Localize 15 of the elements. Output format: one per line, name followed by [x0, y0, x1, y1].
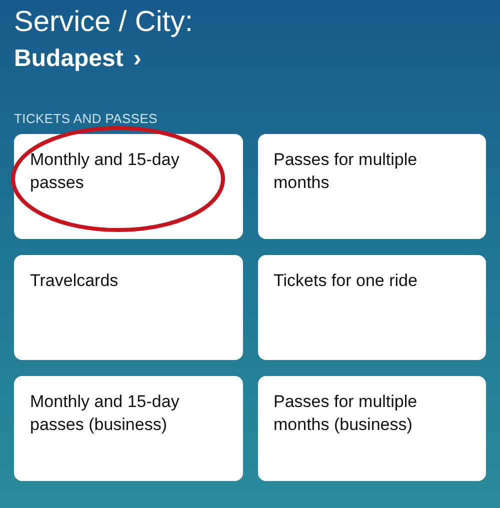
card-label: Passes for multiple months: [274, 149, 418, 194]
service-city-label: Service / City:: [14, 5, 193, 40]
card-label: Monthly and 15-day passes: [30, 149, 180, 194]
card-label: Tickets for one ride: [274, 270, 418, 292]
card-label: Monthly and 15-day passes (business): [30, 391, 180, 436]
ticket-card[interactable]: Tickets for one ride: [258, 255, 486, 360]
section-heading: TICKETS AND PASSES: [14, 111, 158, 127]
card-label: Passes for multiple months (business): [274, 391, 418, 436]
ticket-card[interactable]: Monthly and 15-day passes: [14, 134, 242, 239]
card-label: Travelcards: [30, 270, 118, 292]
ticket-card[interactable]: Travelcards: [14, 255, 242, 360]
ticket-card[interactable]: Monthly and 15-day passes (business): [14, 376, 242, 481]
city-link[interactable]: Budapest ›: [14, 44, 142, 74]
ticket-card[interactable]: Passes for multiple months (business): [258, 376, 486, 481]
ticket-card[interactable]: Passes for multiple months: [258, 134, 486, 239]
